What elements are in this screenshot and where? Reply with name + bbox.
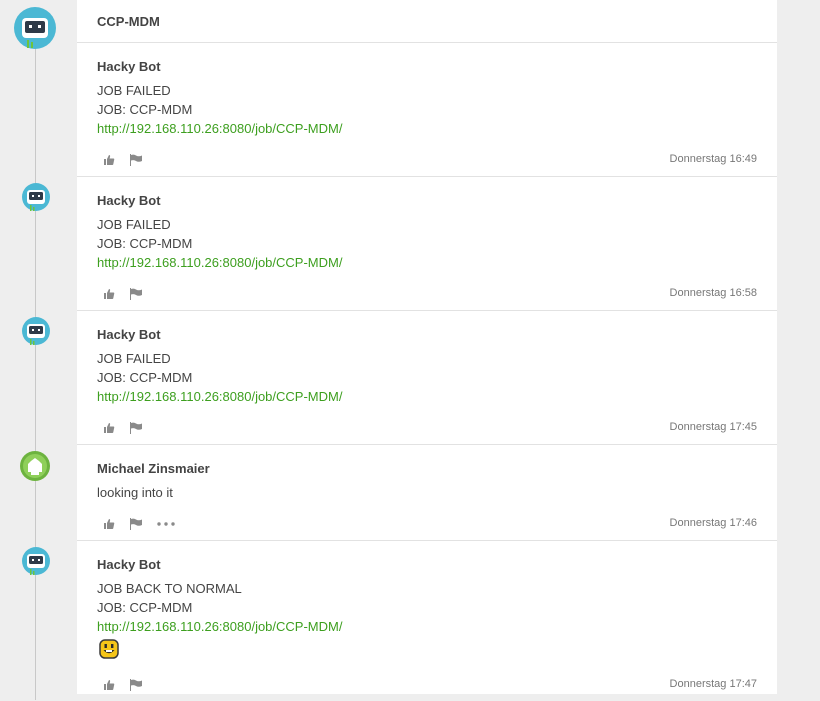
avatar[interactable] [19,450,51,487]
robot-avatar-icon [22,317,50,345]
thumbs-up-icon[interactable] [103,422,115,434]
message-actions [103,154,143,166]
thumbs-up-icon[interactable] [103,154,115,166]
avatar[interactable] [20,183,52,220]
smiley-emoji-icon [99,639,119,659]
message-timestamp: Donnerstag 17:46 [669,517,757,529]
message-author[interactable]: Hacky Bot [97,557,757,573]
avatar[interactable] [20,317,52,354]
user-avatar-icon [20,451,50,481]
message-author[interactable]: Hacky Bot [97,327,757,343]
message-item: Hacky Bot JOB FAILED JOB: CCP-MDM http:/… [77,43,777,177]
job-link[interactable]: http://192.168.110.26:8080/job/CCP-MDM/ [97,617,757,636]
message-actions [103,518,175,530]
message-author[interactable]: Hacky Bot [97,193,757,209]
flag-icon[interactable] [129,679,143,691]
flag-icon[interactable] [129,288,143,300]
robot-avatar-icon [14,7,56,49]
timeline-line [35,40,36,700]
thumbs-up-icon[interactable] [103,518,115,530]
channel-title: CCP-MDM [77,0,777,43]
message-timestamp: Donnerstag 16:58 [669,287,757,299]
channel-avatar[interactable] [12,7,58,58]
message-line: JOB: CCP-MDM [97,236,193,251]
message-actions [103,288,143,300]
message-item: Hacky Bot JOB BACK TO NORMAL JOB: CCP-MD… [77,541,777,701]
message-line: JOB: CCP-MDM [97,600,193,615]
message-line: JOB FAILED [97,217,171,232]
flag-icon[interactable] [129,422,143,434]
message-line: JOB FAILED [97,83,171,98]
thumbs-up-icon[interactable] [103,288,115,300]
more-options-icon[interactable] [157,522,175,526]
message-line: JOB FAILED [97,351,171,366]
message-line: JOB: CCP-MDM [97,370,193,385]
message-author[interactable]: Michael Zinsmaier [97,461,757,477]
job-link[interactable]: http://192.168.110.26:8080/job/CCP-MDM/ [97,253,757,272]
robot-avatar-icon [22,547,50,575]
thumbs-up-icon[interactable] [103,679,115,691]
message-timestamp: Donnerstag 16:49 [669,153,757,165]
message-line: looking into it [97,485,173,500]
avatar[interactable] [20,547,52,584]
message-timestamp: Donnerstag 17:45 [669,421,757,433]
message-item: Hacky Bot JOB FAILED JOB: CCP-MDM http:/… [77,177,777,311]
job-link[interactable]: http://192.168.110.26:8080/job/CCP-MDM/ [97,387,757,406]
message-item: Michael Zinsmaier looking into it Donner… [77,445,777,541]
robot-avatar-icon [22,183,50,211]
message-item: Hacky Bot JOB FAILED JOB: CCP-MDM http:/… [77,311,777,445]
message-line: JOB BACK TO NORMAL [97,581,242,596]
flag-icon[interactable] [129,518,143,530]
message-timestamp: Donnerstag 17:47 [669,678,757,690]
message-actions [103,422,143,434]
message-card: CCP-MDM Hacky Bot JOB FAILED JOB: CCP-MD… [77,0,777,694]
message-actions [103,679,143,691]
message-author[interactable]: Hacky Bot [97,59,757,75]
job-link[interactable]: http://192.168.110.26:8080/job/CCP-MDM/ [97,119,757,138]
flag-icon[interactable] [129,154,143,166]
message-line: JOB: CCP-MDM [97,102,193,117]
